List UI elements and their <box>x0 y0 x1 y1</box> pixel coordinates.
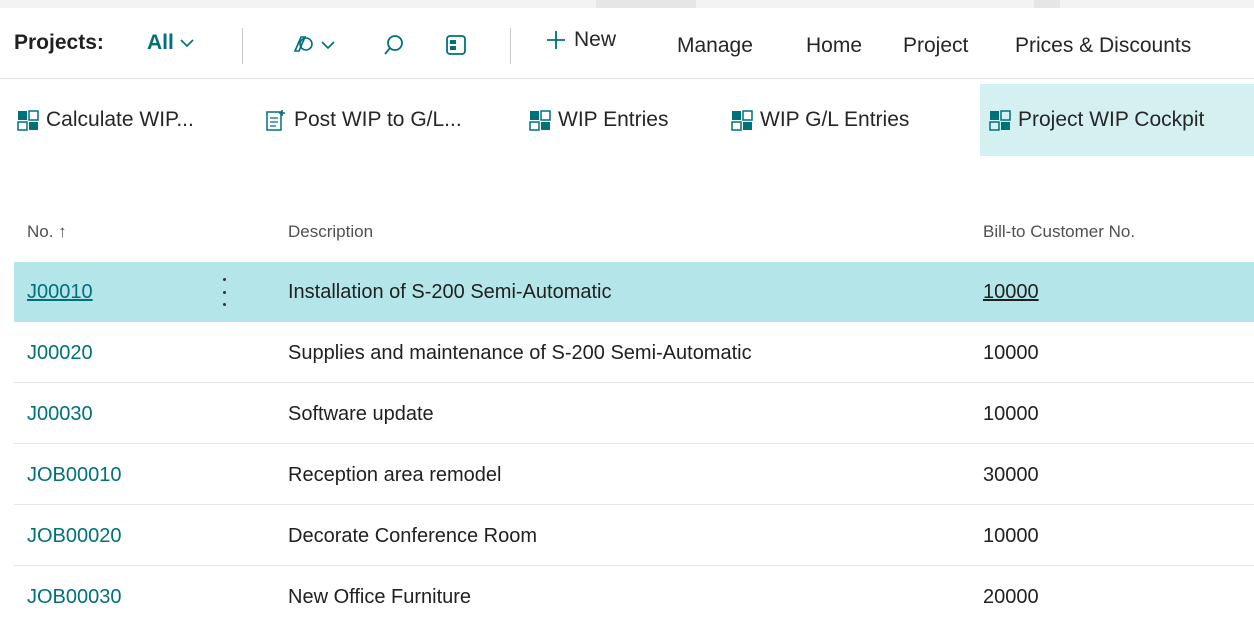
page-title: Projects: <box>14 31 104 54</box>
project-no-link[interactable]: JOB00010 <box>27 445 122 505</box>
new-button-label: New <box>574 28 617 51</box>
menu-manage[interactable]: Manage <box>677 34 753 58</box>
chevron-down-icon <box>321 41 335 50</box>
project-no-link[interactable]: JOB00020 <box>27 506 122 566</box>
view-filter-dropdown[interactable]: All <box>147 31 194 55</box>
post-wip-button[interactable]: Post WIP to G/L... <box>256 84 470 156</box>
row-actions-menu-icon[interactable] <box>218 278 230 306</box>
toolbar-divider <box>242 28 243 64</box>
post-document-icon <box>266 110 285 131</box>
menu-project[interactable]: Project <box>903 34 968 58</box>
action-bar: Projects: All New Manage Home Project Pr… <box>0 8 1254 78</box>
table-row[interactable]: J00030 Software update 10000 <box>14 384 1254 444</box>
search-icon <box>384 35 403 55</box>
project-no-link[interactable]: J00010 <box>27 262 93 322</box>
table-row[interactable]: J00020 Supplies and maintenance of S-200… <box>14 323 1254 383</box>
entries-icon <box>529 110 551 131</box>
project-description: Software update <box>288 403 434 425</box>
data-analysis-icon <box>293 36 313 52</box>
customer-no: 20000 <box>983 586 1039 608</box>
table-row[interactable]: JOB00030 New Office Furniture 20000 <box>14 567 1254 623</box>
calculate-wip-label: Calculate WIP... <box>46 108 194 131</box>
table-row[interactable]: J00010 Installation of S-200 Semi-Automa… <box>14 262 1254 322</box>
project-no-link[interactable]: J00020 <box>27 323 93 383</box>
cockpit-icon <box>989 110 1011 131</box>
toolbar-separator <box>0 78 1254 79</box>
plus-icon <box>547 31 565 49</box>
project-no-link[interactable]: J00030 <box>27 384 93 444</box>
table-row[interactable]: JOB00010 Reception area remodel 30000 <box>14 445 1254 505</box>
filter-pane-button[interactable] <box>442 30 470 60</box>
project-description: Decorate Conference Room <box>288 525 538 547</box>
project-description: Reception area remodel <box>288 464 502 486</box>
project-wip-cockpit-label: Project WIP Cockpit <box>1018 108 1205 131</box>
project-description: Supplies and maintenance of S-200 Semi-A… <box>288 342 752 364</box>
filter-label: All <box>147 31 174 54</box>
project-no-link[interactable]: JOB00030 <box>27 567 122 627</box>
column-header-no[interactable]: No. ↑ <box>27 222 67 242</box>
customer-no: 10000 <box>983 342 1039 364</box>
top-strip <box>0 0 1254 8</box>
calculate-wip-button[interactable]: Calculate WIP... <box>8 84 202 156</box>
new-button[interactable]: New <box>546 28 616 52</box>
project-description: Installation of S-200 Semi-Automatic <box>288 281 612 303</box>
calculate-icon <box>17 110 39 131</box>
wip-entries-label: WIP Entries <box>558 108 669 131</box>
customer-no[interactable]: 10000 <box>983 262 1039 322</box>
wip-gl-entries-button[interactable]: WIP G/L Entries <box>722 84 917 156</box>
top-strip-chip <box>596 0 696 8</box>
menu-home[interactable]: Home <box>806 34 862 58</box>
column-header-description[interactable]: Description <box>288 222 373 242</box>
table-row[interactable]: JOB00020 Decorate Conference Room 10000 <box>14 506 1254 566</box>
menu-prices-discounts[interactable]: Prices & Discounts <box>1015 34 1191 58</box>
column-header-customer[interactable]: Bill-to Customer No. <box>983 222 1135 242</box>
search-button[interactable] <box>380 30 408 60</box>
promoted-actions-bar: Calculate WIP... Post WIP to G/L... WIP … <box>0 84 1254 156</box>
project-wip-cockpit-button[interactable]: Project WIP Cockpit <box>980 84 1254 156</box>
top-strip-chip <box>1034 0 1060 8</box>
wip-gl-entries-label: WIP G/L Entries <box>760 108 910 131</box>
toolbar-divider <box>510 28 511 64</box>
gl-entries-icon <box>731 110 753 131</box>
filter-pane-icon <box>446 35 466 55</box>
customer-no: 10000 <box>983 403 1039 425</box>
post-wip-label: Post WIP to G/L... <box>294 108 462 131</box>
wip-entries-button[interactable]: WIP Entries <box>520 84 676 156</box>
analysis-view-button[interactable] <box>284 30 342 60</box>
chevron-down-icon <box>180 39 194 48</box>
project-description: New Office Furniture <box>288 586 472 608</box>
customer-no: 10000 <box>983 525 1039 547</box>
customer-no: 30000 <box>983 464 1039 486</box>
